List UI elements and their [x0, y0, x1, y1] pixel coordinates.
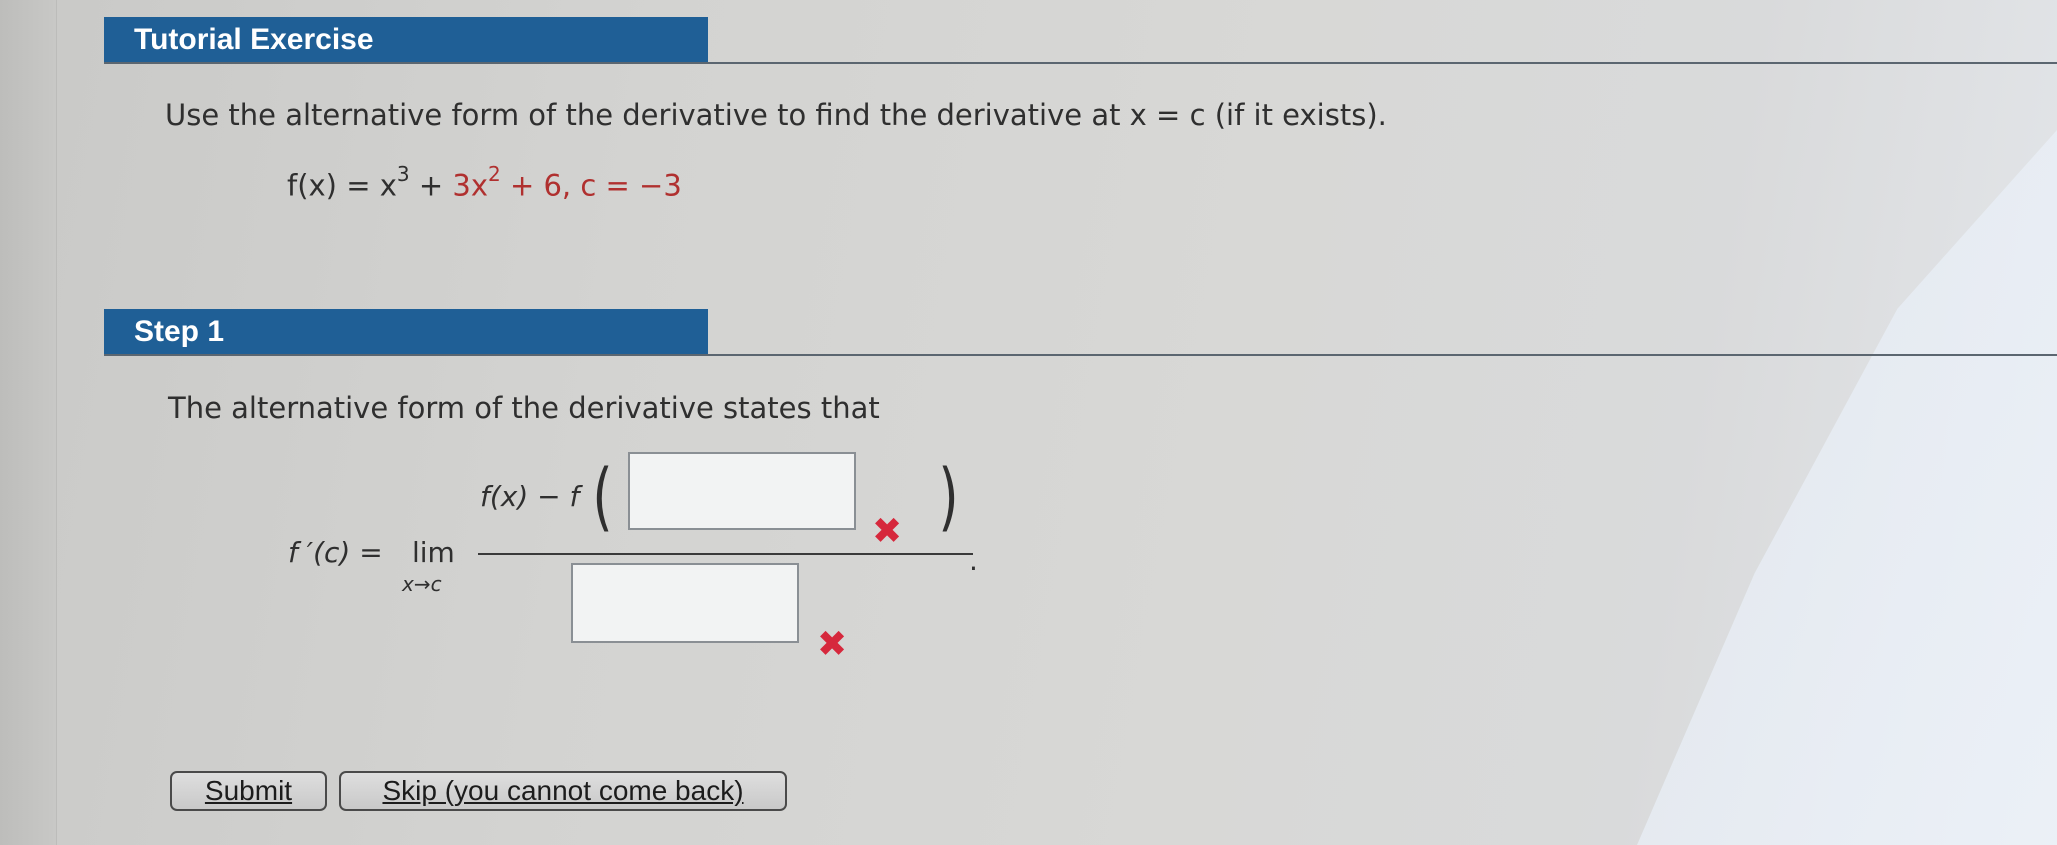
numerator-prefix: f(x) − f [480, 480, 580, 513]
left-paren: ( [592, 454, 613, 540]
fraction-bar [478, 553, 973, 555]
limit-label: lim [412, 536, 455, 569]
answer-box-denominator[interactable] [571, 563, 799, 643]
answer-box-numerator[interactable] [628, 452, 856, 530]
equation-rest: + 6, c = −3 [500, 168, 682, 203]
right-paren: ) [938, 454, 959, 540]
equation-exponent-2: 2 [488, 162, 501, 186]
limit-subscript: x→c [402, 572, 442, 596]
step-1-header-rule [104, 354, 2057, 356]
submit-button[interactable]: Submit [170, 771, 327, 811]
equation-plus: + [409, 168, 453, 203]
incorrect-mark-numerator: ✖ [872, 511, 903, 552]
step-1-header: Step 1 [104, 309, 708, 355]
exercise-prompt: Use the alternative form of the derivati… [165, 98, 1387, 132]
incorrect-mark-denominator: ✖ [817, 624, 848, 665]
equation-term-3x: 3x [452, 168, 489, 203]
skip-button[interactable]: Skip (you cannot come back) [339, 771, 787, 811]
tutorial-exercise-header: Tutorial Exercise [104, 17, 708, 63]
step-1-intro: The alternative form of the derivative s… [168, 391, 880, 425]
equation-exponent-3: 3 [396, 162, 410, 186]
formula-lhs: f ′(c) = [288, 536, 383, 569]
tutorial-header-rule [104, 62, 2057, 64]
function-equation: f(x) = x3 + 3x2 + 6, c = −3 [287, 162, 682, 203]
equation-lhs: f(x) = x [287, 168, 397, 203]
screen-glare [1637, 130, 2057, 845]
left-margin-strip [0, 0, 57, 845]
formula-period: . [969, 544, 978, 577]
